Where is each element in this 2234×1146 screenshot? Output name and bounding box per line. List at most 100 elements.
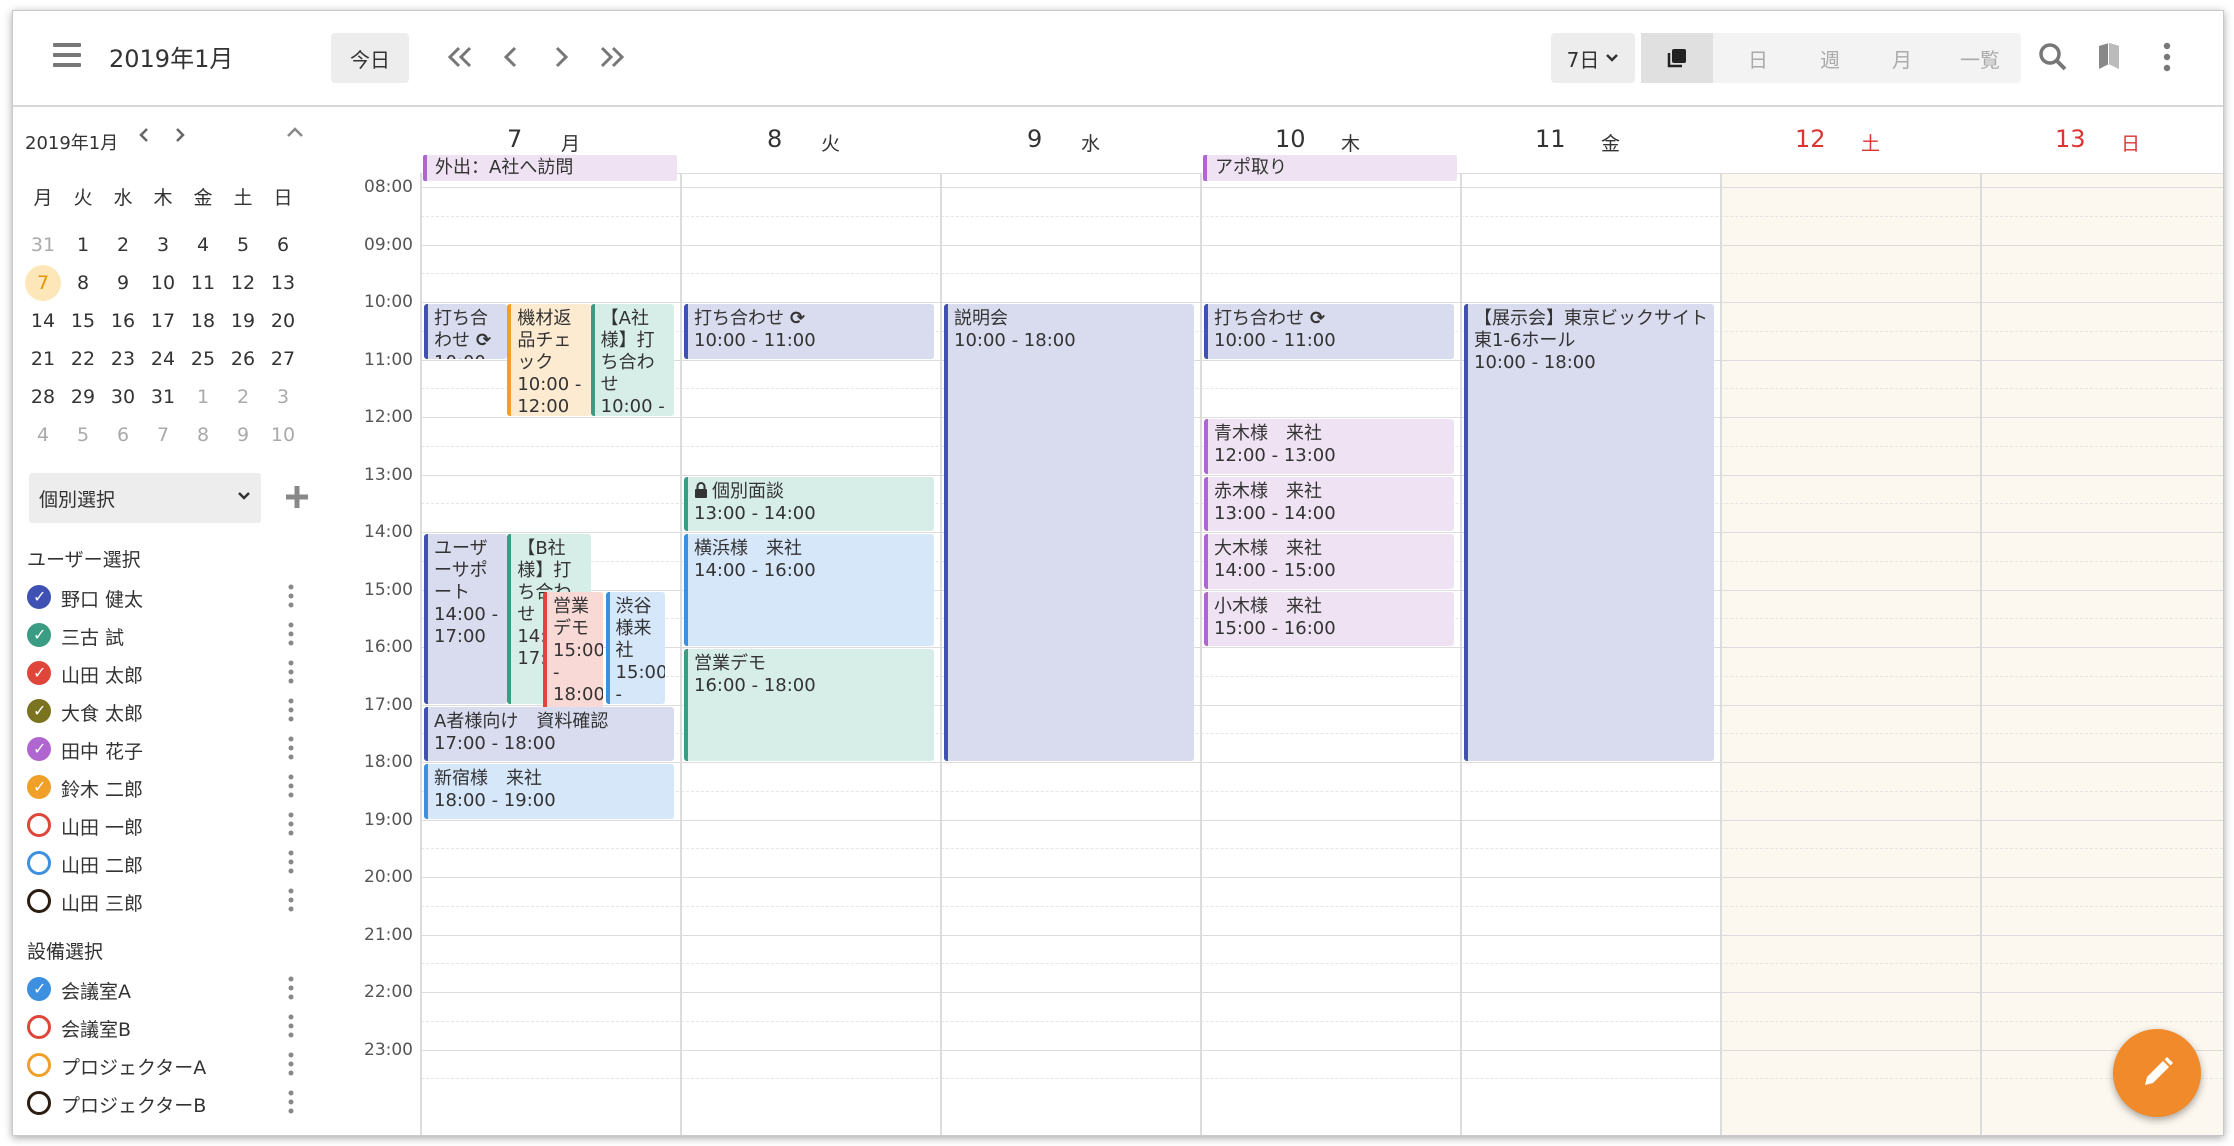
- checked-circle-icon[interactable]: ✓: [27, 585, 51, 609]
- checked-circle-icon[interactable]: ✓: [27, 623, 51, 647]
- mini-day[interactable]: 6: [103, 417, 143, 453]
- mini-day[interactable]: 4: [183, 227, 223, 263]
- mini-day[interactable]: 26: [223, 341, 263, 377]
- calendar-event[interactable]: 青木様 来社 12:00 - 13:00: [1204, 419, 1454, 474]
- allday-event[interactable]: アポ取り: [1203, 155, 1457, 181]
- day-header[interactable]: 12 土: [1721, 125, 1981, 165]
- user-item[interactable]: 山田 二郎: [27, 847, 307, 881]
- collapse-chevron-up-icon[interactable]: [285, 121, 305, 146]
- user-item[interactable]: 山田 一郎: [27, 809, 307, 843]
- more-vert-icon[interactable]: [285, 583, 297, 609]
- mini-day[interactable]: 27: [263, 341, 303, 377]
- more-vert-icon[interactable]: [285, 811, 297, 837]
- day-header[interactable]: 11 金: [1461, 125, 1721, 165]
- mini-day[interactable]: 4: [23, 417, 63, 453]
- unchecked-circle-icon[interactable]: [27, 1091, 51, 1115]
- bookmark-icon[interactable]: [2089, 37, 2129, 77]
- calendar-event[interactable]: 打ち合わせ⟳10:00 - 11:00: [684, 304, 934, 359]
- mini-day[interactable]: 25: [183, 341, 223, 377]
- mini-day[interactable]: 1: [183, 379, 223, 415]
- view-week-button[interactable]: 週: [1795, 33, 1865, 83]
- mini-day[interactable]: 2: [223, 379, 263, 415]
- mini-day[interactable]: 3: [143, 227, 183, 263]
- calendar-event[interactable]: 渋谷様来社15:00 - 17:00: [605, 591, 666, 704]
- calendar-event[interactable]: 赤木様 来社 13:00 - 14:00: [1204, 476, 1454, 531]
- checked-circle-icon[interactable]: ✓: [27, 699, 51, 723]
- checked-circle-icon[interactable]: ✓: [27, 737, 51, 761]
- new-event-button[interactable]: [2113, 1029, 2201, 1117]
- user-item[interactable]: 山田 三郎: [27, 885, 307, 919]
- calendar-event[interactable]: ユーザーサポート 14:00 - 17:00: [424, 534, 508, 704]
- mini-day[interactable]: 17: [143, 303, 183, 339]
- mini-day[interactable]: 6: [263, 227, 303, 263]
- mini-day[interactable]: 20: [263, 303, 303, 339]
- calendar-event[interactable]: 説明会 10:00 - 18:00: [944, 304, 1194, 761]
- day-header[interactable]: 13 日: [1981, 125, 2223, 165]
- mini-day[interactable]: 3: [263, 379, 303, 415]
- mini-day-today[interactable]: 7: [25, 265, 61, 301]
- more-vert-icon[interactable]: [285, 975, 297, 1001]
- allday-event[interactable]: 外出：A社へ訪問: [423, 155, 677, 181]
- mini-day[interactable]: 19: [223, 303, 263, 339]
- calendar-event[interactable]: 新宿様 来社 18:00 - 19:00: [424, 764, 674, 819]
- add-icon[interactable]: [283, 483, 311, 515]
- calendar-event[interactable]: 【展示会】東京ビックサイト 東1-6ホール 10:00 - 18:00: [1464, 304, 1714, 761]
- chevron-right-icon[interactable]: [543, 39, 579, 75]
- mini-day[interactable]: 8: [183, 417, 223, 453]
- unchecked-circle-icon[interactable]: [27, 1015, 51, 1039]
- mini-day[interactable]: 12: [223, 265, 263, 301]
- more-vert-icon[interactable]: [285, 659, 297, 685]
- facility-item[interactable]: 会議室B: [27, 1011, 307, 1045]
- checked-circle-icon[interactable]: ✓: [27, 775, 51, 799]
- unchecked-circle-icon[interactable]: [27, 813, 51, 837]
- calendar-event[interactable]: 機材返品チェック 10:00 - 12:00: [507, 304, 591, 416]
- mini-day[interactable]: 9: [103, 265, 143, 301]
- more-vert-icon[interactable]: [285, 849, 297, 875]
- view-list-button[interactable]: 一覧: [1943, 33, 2017, 83]
- calendar-event[interactable]: 【A社様】打ち合わせ10:00 - 12:00: [590, 304, 674, 416]
- more-vert-icon[interactable]: [285, 887, 297, 913]
- calendar-event[interactable]: 打ち合わせ⟳10:00 - 11:00: [1204, 304, 1454, 359]
- mini-day[interactable]: 29: [63, 379, 103, 415]
- mini-day[interactable]: 10: [263, 417, 303, 453]
- user-item[interactable]: ✓ 大食 太郎: [27, 695, 307, 729]
- mini-day[interactable]: 1: [63, 227, 103, 263]
- double-chevron-right-icon[interactable]: [593, 39, 629, 75]
- mini-day[interactable]: 16: [103, 303, 143, 339]
- chevron-left-icon[interactable]: [493, 39, 529, 75]
- user-item[interactable]: ✓ 山田 太郎: [27, 657, 307, 691]
- user-item[interactable]: ✓ 三古 試: [27, 619, 307, 653]
- user-item[interactable]: ✓ 田中 花子: [27, 733, 307, 767]
- mini-day[interactable]: 21: [23, 341, 63, 377]
- filter-select[interactable]: 個別選択: [29, 473, 261, 523]
- unchecked-circle-icon[interactable]: [27, 1053, 51, 1077]
- view-month-button[interactable]: 月: [1867, 33, 1937, 83]
- menu-icon[interactable]: [53, 43, 81, 69]
- more-vert-icon[interactable]: [285, 1089, 297, 1115]
- calendar-event[interactable]: 打ち合わせ⟳10:00 - 11:00: [424, 304, 508, 359]
- mini-day[interactable]: 23: [103, 341, 143, 377]
- view-default-button[interactable]: [1641, 33, 1713, 83]
- more-vert-icon[interactable]: [2147, 37, 2187, 77]
- mini-day[interactable]: 30: [103, 379, 143, 415]
- mini-day[interactable]: 24: [143, 341, 183, 377]
- facility-item[interactable]: ✓ 会議室A: [27, 973, 307, 1007]
- more-vert-icon[interactable]: [285, 1051, 297, 1077]
- calendar-event[interactable]: A者様向け 資料確認 17:00 - 18:00: [424, 706, 674, 761]
- mini-day[interactable]: 31: [23, 227, 63, 263]
- span-select[interactable]: 7日: [1551, 33, 1635, 83]
- mini-day[interactable]: 7: [143, 417, 183, 453]
- day-header[interactable]: 8火: [681, 125, 941, 165]
- mini-day[interactable]: 15: [63, 303, 103, 339]
- mini-day[interactable]: 14: [23, 303, 63, 339]
- unchecked-circle-icon[interactable]: [27, 889, 51, 913]
- mini-day[interactable]: 5: [63, 417, 103, 453]
- calendar-event[interactable]: 横浜様 来社 14:00 - 16:00: [684, 534, 934, 646]
- mini-day[interactable]: 31: [143, 379, 183, 415]
- mini-next-month-icon[interactable]: [173, 125, 187, 151]
- mini-day[interactable]: 5: [223, 227, 263, 263]
- view-day-button[interactable]: 日: [1723, 33, 1793, 83]
- facility-item[interactable]: プロジェクターB: [27, 1087, 307, 1121]
- user-item[interactable]: ✓ 野口 健太: [27, 581, 307, 615]
- mini-day[interactable]: 8: [63, 265, 103, 301]
